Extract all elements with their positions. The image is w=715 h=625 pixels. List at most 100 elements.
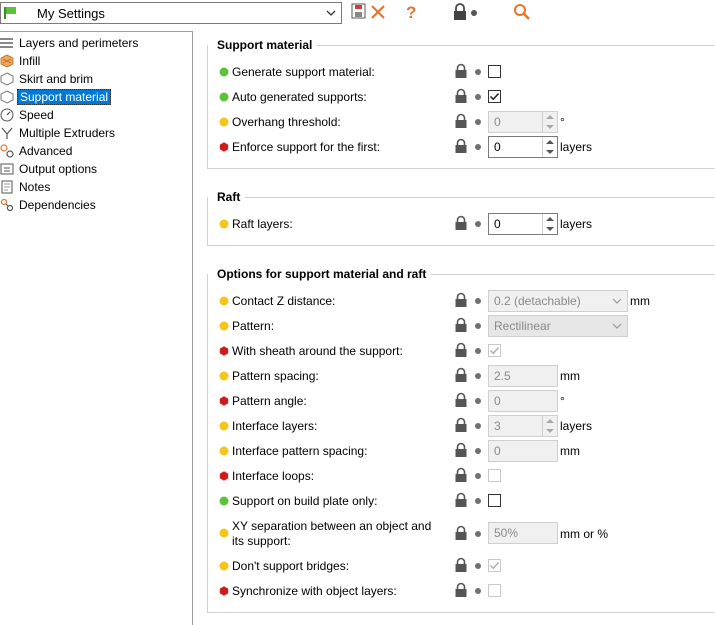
tree-item-dependencies[interactable]: Dependencies xyxy=(0,196,190,214)
lock-icon[interactable] xyxy=(454,317,468,333)
lock-icon[interactable] xyxy=(454,525,468,541)
row-interface-loops: Interface loops: xyxy=(217,464,715,489)
mode-advanced-icon xyxy=(219,561,229,571)
chevron-down-icon[interactable] xyxy=(612,321,622,331)
dot-icon[interactable] xyxy=(468,2,488,22)
row-interface-layers: Interface layers: 3 layers xyxy=(217,414,715,439)
setting-label: Interface layers: xyxy=(232,419,318,433)
system-value-dot-icon[interactable] xyxy=(475,373,481,379)
tree-item-extruders[interactable]: Multiple Extruders xyxy=(0,124,190,142)
tree-item-skirt[interactable]: Skirt and brim xyxy=(0,70,190,88)
xy-separation-input[interactable]: 50% xyxy=(488,522,558,544)
toolbar: My Settings ? xyxy=(0,0,715,28)
setting-label: Auto generated supports: xyxy=(232,90,367,104)
row-contact-z: Contact Z distance: 0.2 (detachable) mm xyxy=(217,289,715,314)
generate-support-checkbox[interactable] xyxy=(488,65,501,78)
tree-item-advanced[interactable]: Advanced xyxy=(0,142,190,160)
lock-icon[interactable] xyxy=(454,63,468,79)
mode-advanced-icon xyxy=(219,117,229,127)
lock-icon[interactable] xyxy=(454,417,468,433)
checkmark-icon xyxy=(489,561,500,570)
spin-buttons[interactable] xyxy=(542,214,557,234)
lock-icon[interactable] xyxy=(454,467,468,483)
enforce-support-spinner[interactable]: 0 xyxy=(488,136,558,158)
tree-item-speed[interactable]: Speed xyxy=(0,106,190,124)
system-value-dot-icon[interactable] xyxy=(475,221,481,227)
search-icon[interactable] xyxy=(512,2,532,22)
bridges-checkbox[interactable] xyxy=(488,559,501,572)
lock-icon[interactable] xyxy=(454,342,468,358)
system-value-dot-icon[interactable] xyxy=(475,423,481,429)
preset-combo[interactable]: My Settings xyxy=(0,2,342,24)
system-value-dot-icon[interactable] xyxy=(475,448,481,454)
system-value-dot-icon[interactable] xyxy=(475,588,481,594)
setting-label: Raft layers: xyxy=(232,217,293,231)
build-plate-checkbox[interactable] xyxy=(488,494,501,507)
system-value-dot-icon[interactable] xyxy=(475,398,481,404)
system-value-dot-icon[interactable] xyxy=(475,563,481,569)
system-value-dot-icon[interactable] xyxy=(475,69,481,75)
system-value-dot-icon[interactable] xyxy=(475,473,481,479)
lock-icon[interactable] xyxy=(454,367,468,383)
tree-item-notes[interactable]: Notes xyxy=(0,178,190,196)
spin-buttons[interactable] xyxy=(542,112,557,132)
lock-icon[interactable] xyxy=(454,138,468,154)
system-value-dot-icon[interactable] xyxy=(475,498,481,504)
interface-loops-checkbox[interactable] xyxy=(488,469,501,482)
tree-item-layers[interactable]: Layers and perimeters xyxy=(0,34,190,52)
lock-icon[interactable] xyxy=(454,88,468,104)
system-value-dot-icon[interactable] xyxy=(475,119,481,125)
lock-icon[interactable] xyxy=(450,2,470,22)
system-value-dot-icon[interactable] xyxy=(475,323,481,329)
mode-simple-icon xyxy=(219,67,229,77)
auto-supports-checkbox[interactable] xyxy=(488,90,501,103)
lock-icon[interactable] xyxy=(454,113,468,129)
lock-icon[interactable] xyxy=(454,292,468,308)
tree-item-label: Multiple Extruders xyxy=(19,126,116,140)
notes-icon xyxy=(1,180,13,194)
dependencies-icon xyxy=(0,198,14,212)
advanced-icon xyxy=(0,144,14,158)
setting-label: Interface pattern spacing: xyxy=(232,444,368,458)
tree-item-label: Layers and perimeters xyxy=(19,36,139,50)
tree-item-infill[interactable]: Infill xyxy=(0,52,190,70)
lock-icon[interactable] xyxy=(454,442,468,458)
save-icon[interactable] xyxy=(350,2,370,22)
tree-item-output[interactable]: Output options xyxy=(0,160,190,178)
overhang-threshold-spinner[interactable]: 0 xyxy=(488,111,558,133)
raft-layers-spinner[interactable]: 0 xyxy=(488,213,558,235)
spin-buttons[interactable] xyxy=(542,137,557,157)
unit-label: ° xyxy=(560,394,565,408)
lock-icon[interactable] xyxy=(454,215,468,231)
field-value: 0 xyxy=(494,217,501,231)
sync-layers-checkbox[interactable] xyxy=(488,584,501,597)
skirt-icon xyxy=(0,72,14,86)
pattern-combo[interactable]: Rectilinear xyxy=(488,315,628,337)
system-value-dot-icon[interactable] xyxy=(475,348,481,354)
mode-advanced-icon xyxy=(219,371,229,381)
mode-expert-icon xyxy=(219,586,229,596)
pattern-angle-input[interactable]: 0 xyxy=(488,390,558,412)
contact-z-combo[interactable]: 0.2 (detachable) xyxy=(488,290,628,312)
interface-layers-spinner[interactable]: 3 xyxy=(488,415,558,437)
delete-icon[interactable] xyxy=(368,2,388,22)
sheath-checkbox[interactable] xyxy=(488,344,501,357)
system-value-dot-icon[interactable] xyxy=(475,531,481,537)
row-auto-supports: Auto generated supports: xyxy=(217,85,715,110)
unit-label: layers xyxy=(560,419,593,433)
lock-icon[interactable] xyxy=(454,392,468,408)
mode-expert-icon xyxy=(219,346,229,356)
lock-icon[interactable] xyxy=(454,557,468,573)
lock-icon[interactable] xyxy=(454,582,468,598)
tree-item-support[interactable]: Support material xyxy=(0,88,190,106)
help-icon[interactable]: ? xyxy=(401,2,421,22)
system-value-dot-icon[interactable] xyxy=(475,298,481,304)
pattern-spacing-input[interactable]: 2.5 xyxy=(488,365,558,387)
spin-buttons[interactable] xyxy=(542,416,557,436)
chevron-down-icon[interactable] xyxy=(612,296,622,306)
system-value-dot-icon[interactable] xyxy=(475,144,481,150)
system-value-dot-icon[interactable] xyxy=(475,94,481,100)
lock-icon[interactable] xyxy=(454,492,468,508)
chevron-down-icon[interactable] xyxy=(323,5,339,21)
interface-spacing-input[interactable]: 0 xyxy=(488,440,558,462)
